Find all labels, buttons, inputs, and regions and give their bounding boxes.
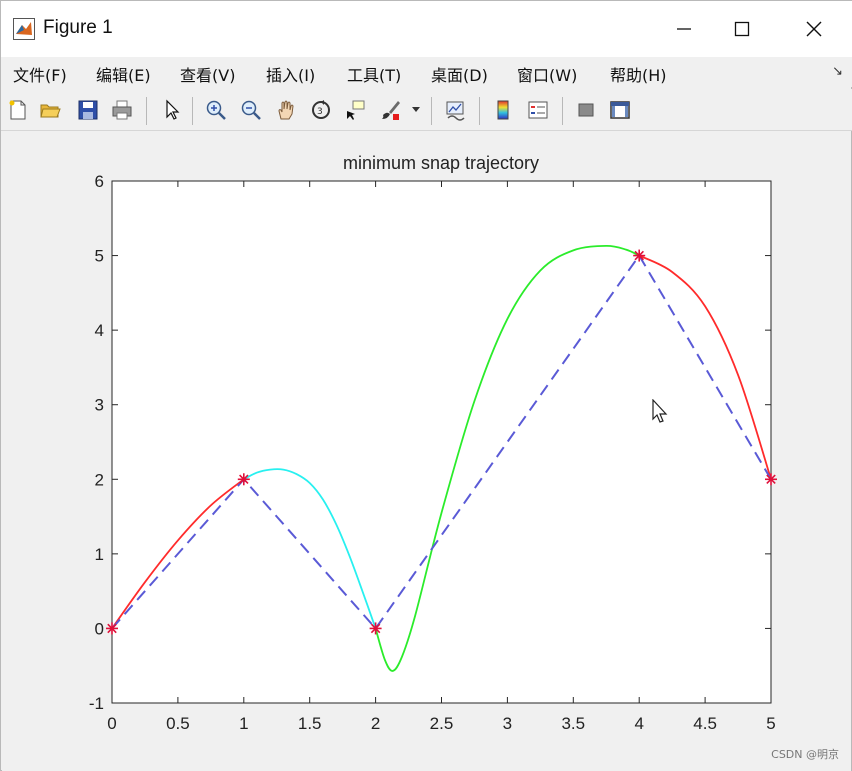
brush-button[interactable] xyxy=(377,97,403,123)
y-tick-label: 5 xyxy=(95,247,104,266)
menu-edit[interactable]: 编辑(E) xyxy=(96,62,151,86)
save-button[interactable] xyxy=(75,97,101,123)
y-tick-label: 2 xyxy=(95,470,104,489)
x-tick-label: 3 xyxy=(503,714,512,733)
x-tick-label: 1.5 xyxy=(298,714,322,733)
hide-plot-tools-button[interactable] xyxy=(573,97,599,123)
y-tick-label: 6 xyxy=(95,172,104,191)
new-figure-button[interactable] xyxy=(5,97,31,123)
figure-window: Figure 1 文件(F) 编辑(E) 查看(V) 插入(I) 工具(T) 桌… xyxy=(0,0,852,771)
x-tick-label: 2.5 xyxy=(430,714,454,733)
show-plot-tools-icon xyxy=(610,101,630,119)
menu-tools[interactable]: 工具(T) xyxy=(347,62,401,86)
open-file-icon xyxy=(40,104,61,118)
toolbar-separator xyxy=(192,97,193,125)
menu-window[interactable]: 窗口(W) xyxy=(517,62,577,86)
hide-plot-tools-icon xyxy=(578,103,594,117)
link-plot-icon xyxy=(446,101,465,121)
svg-text:3: 3 xyxy=(317,107,323,117)
data-cursor-button[interactable] xyxy=(342,97,368,123)
chart-title: minimum snap trajectory xyxy=(343,153,539,173)
pan-button[interactable] xyxy=(273,97,299,123)
zoom-out-icon xyxy=(241,100,261,120)
close-button[interactable] xyxy=(791,11,837,47)
y-tick-label: 4 xyxy=(95,321,104,340)
toolbar-separator xyxy=(431,97,432,125)
show-plot-tools-button[interactable] xyxy=(607,97,633,123)
zoom-out-button[interactable] xyxy=(238,97,264,123)
menu-help[interactable]: 帮助(H) xyxy=(610,62,667,86)
waypoint-marker xyxy=(633,249,646,262)
y-tick-label: -1 xyxy=(89,694,104,713)
y-tick-label: 0 xyxy=(95,619,104,638)
brush-dropdown-icon xyxy=(412,107,420,112)
pan-hand-icon xyxy=(278,100,294,120)
menu-bar: 文件(F) 编辑(E) 查看(V) 插入(I) 工具(T) 桌面(D) 窗口(W… xyxy=(1,57,852,87)
legend-button[interactable] xyxy=(525,97,551,123)
link-plot-button[interactable] xyxy=(442,97,468,123)
brush-icon xyxy=(382,101,400,120)
data-cursor-icon xyxy=(347,100,365,120)
print-button[interactable] xyxy=(109,97,135,123)
watermark: CSDN @明京 xyxy=(771,748,839,761)
rotate-3d-icon: 3 xyxy=(312,100,330,119)
x-tick-label: 4 xyxy=(634,714,643,733)
y-tick-label: 1 xyxy=(95,545,104,564)
x-tick-label: 3.5 xyxy=(561,714,585,733)
maximize-button[interactable] xyxy=(719,11,765,47)
matlab-logo-icon xyxy=(13,18,35,40)
x-tick-label: 1 xyxy=(239,714,248,733)
open-file-button[interactable] xyxy=(37,97,63,123)
x-tick-label: 2 xyxy=(371,714,380,733)
zoom-in-button[interactable] xyxy=(203,97,229,123)
window-title: Figure 1 xyxy=(43,17,113,38)
new-figure-icon xyxy=(9,100,26,120)
axes-box xyxy=(111,180,772,704)
legend-icon xyxy=(528,101,548,119)
toolbar-separator xyxy=(562,97,563,125)
x-tick-label: 0.5 xyxy=(166,714,190,733)
toolbar-separator xyxy=(479,97,480,125)
title-bar: Figure 1 xyxy=(1,1,852,57)
maximize-icon xyxy=(734,21,750,37)
menu-file[interactable]: 文件(F) xyxy=(13,62,67,86)
figure-toolbar: 3 xyxy=(1,89,852,131)
print-icon xyxy=(112,100,132,120)
toolbar-separator xyxy=(146,97,147,125)
x-tick-label: 5 xyxy=(766,714,775,733)
x-tick-label: 4.5 xyxy=(693,714,717,733)
menu-view[interactable]: 查看(V) xyxy=(180,62,235,86)
close-icon xyxy=(806,21,822,37)
dock-figure-icon[interactable]: ↘ xyxy=(832,63,843,79)
minimize-icon xyxy=(677,28,691,30)
menu-desktop[interactable]: 桌面(D) xyxy=(431,62,488,86)
y-tick-label: 3 xyxy=(95,396,104,415)
pointer-icon xyxy=(166,99,180,120)
zoom-in-icon xyxy=(206,100,226,120)
colorbar-button[interactable] xyxy=(490,97,516,123)
plot-area[interactable]: minimum snap trajectory 0 0.5 1 1.5 2 2.5 3 3.5… xyxy=(1,132,851,770)
rotate-3d-button[interactable]: 3 xyxy=(308,97,334,123)
x-tick-label: 0 xyxy=(107,714,116,733)
mouse-cursor-icon xyxy=(652,399,668,423)
brush-dropdown-button[interactable] xyxy=(409,97,423,123)
pointer-button[interactable] xyxy=(159,97,185,123)
minimize-button[interactable] xyxy=(661,11,707,47)
menu-insert[interactable]: 插入(I) xyxy=(266,62,315,86)
save-icon xyxy=(78,100,98,120)
colorbar-icon xyxy=(497,100,509,120)
